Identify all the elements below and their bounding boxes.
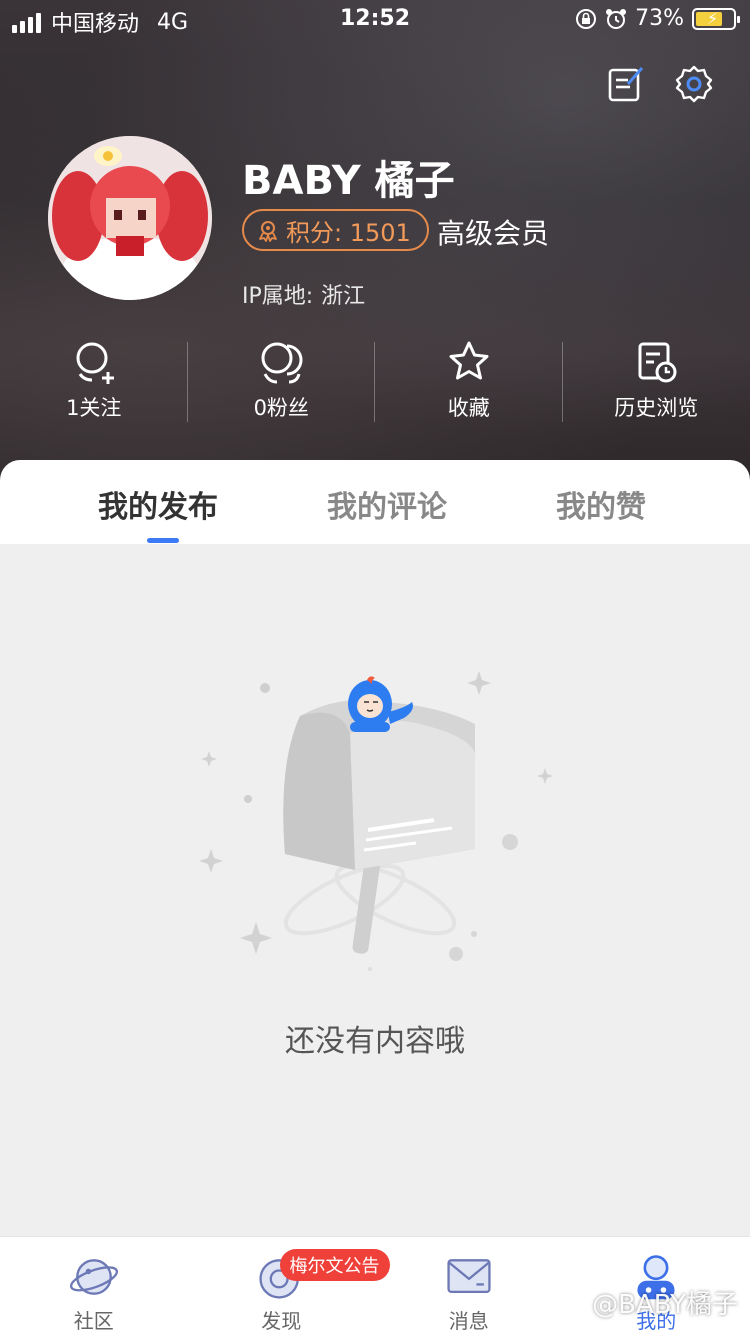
nav-discover-label: 发现	[261, 1309, 302, 1333]
nav-messages[interactable]: 消息	[375, 1237, 563, 1334]
stat-fans-label: 0粉丝	[253, 396, 309, 420]
avatar-image	[48, 136, 212, 300]
fans-icon	[261, 342, 303, 384]
status-bar: 中国移动 4G 12:52 73% ⚡	[0, 0, 750, 42]
follow-icon	[76, 342, 114, 384]
tabs-bar: 我的发布 我的评论 我的赞	[0, 460, 750, 544]
empty-state: 还没有内容哦	[0, 544, 750, 1234]
points-badge[interactable]: 积分: 1501	[242, 209, 429, 251]
nav-discover[interactable]: 发现 梅尔文公告	[188, 1237, 390, 1334]
stat-history-label: 历史浏览	[614, 396, 699, 420]
stat-following[interactable]: 1关注	[0, 338, 188, 422]
top-actions	[606, 64, 714, 104]
stat-following-label: 1关注	[66, 396, 122, 420]
avatar[interactable]	[48, 136, 212, 300]
battery-percent: 73%	[635, 6, 684, 31]
medal-icon	[259, 221, 277, 242]
planet-icon	[69, 1259, 118, 1295]
stat-favorites[interactable]: 收藏	[375, 338, 563, 422]
ip-value: 浙江	[321, 284, 366, 309]
ip-label: IP属地:	[242, 284, 314, 309]
nav-messages-label: 消息	[448, 1309, 489, 1333]
star-icon	[449, 341, 489, 380]
points-label: 积分: 1501	[286, 218, 411, 247]
announcement-badge[interactable]: 梅尔文公告	[279, 1249, 390, 1281]
stat-favorites-label: 收藏	[447, 396, 490, 420]
tab-my-comments[interactable]: 我的评论	[327, 482, 447, 526]
tab-my-posts[interactable]: 我的发布	[98, 482, 218, 526]
username: BABY 橘子	[242, 158, 455, 204]
watermark: @BABY橘子	[592, 1290, 738, 1320]
history-icon	[638, 342, 677, 383]
stats-row: 1关注 0粉丝 收藏 历史浏览	[0, 338, 750, 422]
empty-mailbox-illustration	[199, 671, 553, 971]
settings-icon[interactable]	[674, 64, 714, 104]
nav-community[interactable]: 社区	[0, 1237, 188, 1334]
battery-icon: ⚡	[692, 7, 740, 30]
status-bar-right: 73% ⚡	[575, 6, 740, 31]
tab-my-likes[interactable]: 我的赞	[556, 482, 646, 526]
member-level: 高级会员	[437, 217, 550, 250]
orientation-lock-icon	[576, 8, 597, 29]
nav-community-label: 社区	[73, 1309, 114, 1333]
ip-location: IP属地: 浙江	[242, 278, 365, 310]
alarm-icon	[606, 8, 627, 29]
tab-active-indicator	[147, 538, 179, 543]
stat-history[interactable]: 历史浏览	[563, 338, 750, 422]
stat-fans[interactable]: 0粉丝	[188, 338, 375, 422]
empty-state-text: 还没有内容哦	[285, 1024, 465, 1059]
edit-icon[interactable]	[606, 64, 646, 104]
mail-icon	[447, 1259, 491, 1294]
